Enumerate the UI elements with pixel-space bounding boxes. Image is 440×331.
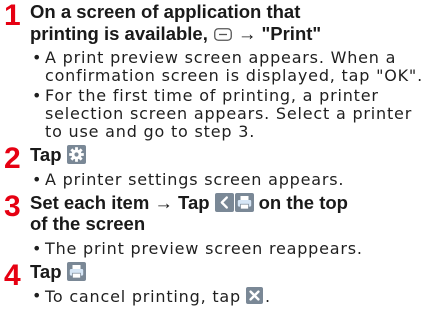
step-heading-text: Set each item → Tap <box>30 191 210 213</box>
gear-icon <box>66 145 86 164</box>
bullet: • <box>32 169 42 189</box>
step-heading: On a screen of application that printing… <box>30 1 440 44</box>
step-3: 3 Set each item → Tap on the top of the s… <box>0 189 440 258</box>
step-2: 2 Tap • A printer settings screen appears… <box>0 144 440 189</box>
close-icon <box>246 287 263 304</box>
print-icon <box>66 261 86 281</box>
bullet: • <box>32 238 42 258</box>
note-text: A printer settings screen appears. <box>45 169 345 189</box>
step-heading: Tap <box>30 144 440 166</box>
step-heading-text: Tap <box>30 260 62 282</box>
note-item: • For the first time of printing, a print… <box>30 87 440 141</box>
bullet: • <box>32 286 42 305</box>
print-icon <box>234 192 254 212</box>
bullet: • <box>32 48 42 67</box>
step-notes: • To cancel printing, tap. <box>30 287 440 306</box>
print-instructions: 1 On a screen of application that printi… <box>0 0 440 331</box>
step-heading: Tap <box>30 261 440 283</box>
note-text: A print preview screen appears. When a c… <box>45 48 423 85</box>
note-text: . <box>265 287 271 306</box>
step-number: 4 <box>4 258 21 292</box>
step-4: 4 Tap • To cancel printing, tap. <box>0 258 440 307</box>
note-text: For the first time of printing, a printe… <box>45 86 413 141</box>
step-heading-text: → "Print" <box>237 22 322 44</box>
note-text: To cancel printing, tap <box>45 287 241 306</box>
step-notes: • The print preview screen reappears. <box>30 238 440 258</box>
step-number: 1 <box>4 0 21 32</box>
step-1: 1 On a screen of application that printi… <box>0 1 440 141</box>
step-heading-text: Tap <box>30 144 62 165</box>
back-icon <box>214 192 234 212</box>
note-item: • A printer settings screen appears. <box>30 169 440 189</box>
menu-icon <box>213 27 232 41</box>
bullet: • <box>32 86 42 105</box>
step-heading: Set each item → Tap on the top of the scr… <box>30 192 440 235</box>
note-item: • The print preview screen reappears. <box>30 238 440 258</box>
note-item: • A print preview screen appears. When a … <box>30 49 440 85</box>
step-notes: • A print preview screen appears. When a … <box>30 49 440 141</box>
note-text: The print preview screen reappears. <box>45 238 363 258</box>
step-number: 2 <box>4 142 21 175</box>
step-number: 3 <box>4 189 21 223</box>
note-item: • To cancel printing, tap. <box>30 287 440 306</box>
step-notes: • A printer settings screen appears. <box>30 169 440 189</box>
